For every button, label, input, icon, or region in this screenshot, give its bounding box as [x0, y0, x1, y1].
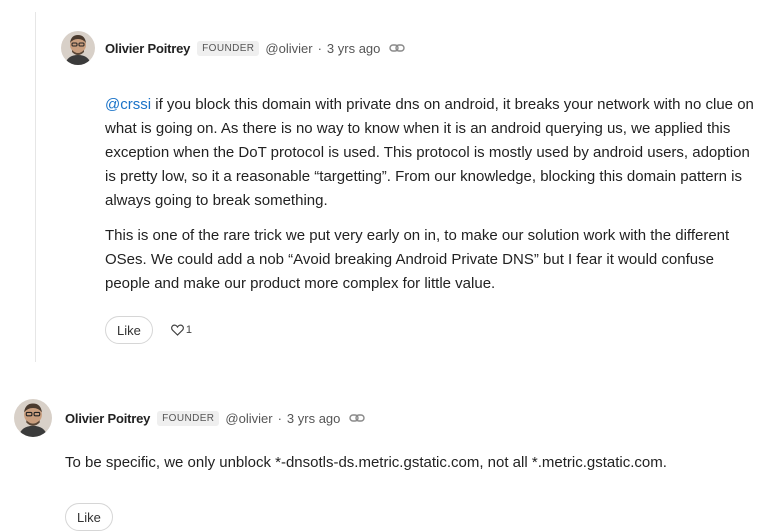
author-name[interactable]: Olivier Poitrey	[105, 41, 190, 56]
timestamp[interactable]: 3 yrs ago	[287, 411, 340, 426]
comment-body: @crssi if you block this domain with pri…	[105, 93, 755, 296]
like-button[interactable]: Like	[105, 316, 153, 344]
comment: Olivier Poitrey FOUNDER @olivier · 3 yrs…	[14, 399, 755, 531]
comment-paragraph: This is one of the rare trick we put ver…	[105, 224, 755, 296]
like-count[interactable]: 1	[170, 324, 192, 336]
avatar[interactable]	[14, 399, 52, 437]
thread-line	[35, 12, 36, 362]
comment: Olivier Poitrey FOUNDER @olivier · 3 yrs…	[61, 31, 761, 344]
link-icon[interactable]	[349, 413, 366, 423]
author-name[interactable]: Olivier Poitrey	[65, 411, 150, 426]
paragraph-text: if you block this domain with private dn…	[105, 96, 754, 209]
paragraph-text: To be specific, we only unblock *-dnsotl…	[65, 454, 667, 471]
founder-badge: FOUNDER	[157, 410, 220, 426]
author-handle[interactable]: @olivier	[225, 411, 272, 426]
user-mention[interactable]: @crssi	[105, 96, 151, 113]
timestamp[interactable]: 3 yrs ago	[327, 41, 380, 56]
meta-separator: ·	[317, 40, 322, 56]
link-icon[interactable]	[389, 43, 406, 53]
heart-icon	[170, 324, 184, 336]
comment-paragraph: @crssi if you block this domain with pri…	[105, 93, 755, 213]
comment-body: To be specific, we only unblock *-dnsotl…	[65, 451, 755, 475]
comment-header: Olivier Poitrey FOUNDER @olivier · 3 yrs…	[14, 399, 754, 437]
author-handle[interactable]: @olivier	[265, 41, 312, 56]
avatar[interactable]	[61, 31, 95, 65]
paragraph-text: This is one of the rare trick we put ver…	[105, 227, 730, 292]
meta-separator: ·	[277, 410, 282, 426]
comment-paragraph: To be specific, we only unblock *-dnsotl…	[65, 451, 755, 475]
founder-badge: FOUNDER	[197, 40, 260, 56]
like-count-value: 1	[185, 324, 192, 336]
comment-actions: Like 1	[105, 316, 761, 344]
comment-header: Olivier Poitrey FOUNDER @olivier · 3 yrs…	[61, 31, 761, 65]
